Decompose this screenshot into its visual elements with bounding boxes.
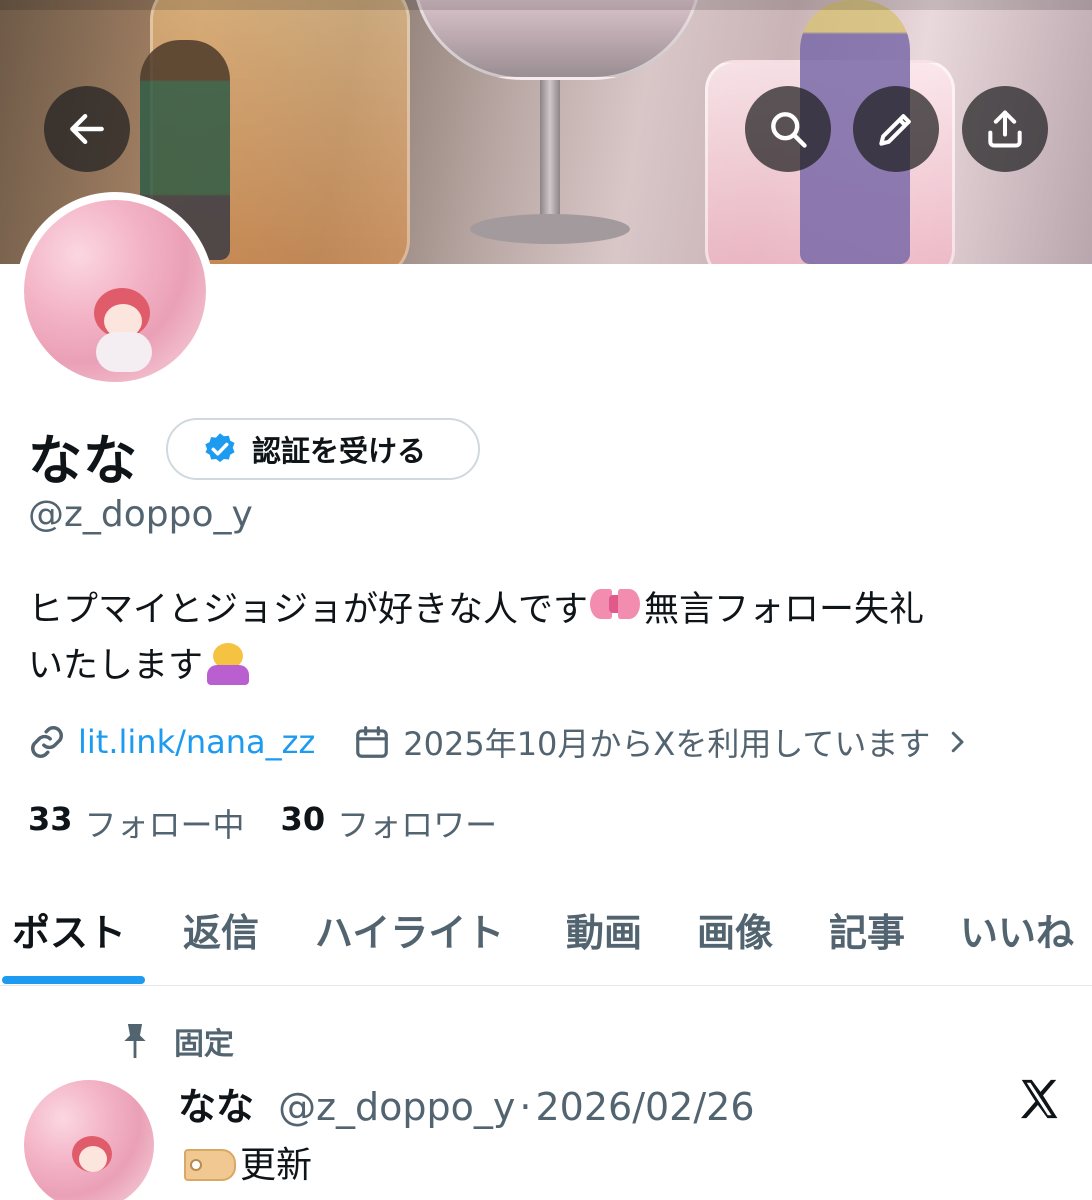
bio-text-1: ヒプマイとジョジョが好きな人です bbox=[28, 590, 589, 630]
profile-bio: ヒプマイとジョジョが好きな人です 無言フォロー失礼 いたします bbox=[28, 582, 1078, 694]
tab-posts[interactable]: ポスト bbox=[12, 902, 126, 957]
avatar-image bbox=[24, 200, 206, 382]
post-date[interactable]: 2026/02/26 bbox=[536, 1085, 755, 1129]
search-button[interactable] bbox=[745, 86, 831, 172]
post-author-handle[interactable]: @z_doppo_y bbox=[278, 1085, 515, 1129]
post-avatar-face bbox=[79, 1146, 107, 1172]
tab-articles[interactable]: 記事 bbox=[829, 902, 905, 957]
post-header: なな @z_doppo_y · 2026/02/26 bbox=[178, 1076, 755, 1131]
get-verified-label: 認証を受ける bbox=[252, 434, 427, 468]
get-verified-button[interactable]: 認証を受ける bbox=[166, 418, 480, 480]
pinned-indicator: 固定 bbox=[118, 1020, 234, 1062]
post-author-name[interactable]: なな bbox=[178, 1085, 254, 1129]
status-bar bbox=[0, 0, 1092, 10]
tab-likes[interactable]: いいね bbox=[960, 902, 1074, 957]
post-separator: · bbox=[519, 1085, 532, 1129]
followers-label[interactable]: フォロワー bbox=[337, 800, 497, 846]
x-logo-icon[interactable] bbox=[1016, 1076, 1062, 1122]
share-icon bbox=[988, 110, 1022, 148]
post-text: 更新 bbox=[240, 1145, 313, 1186]
search-icon bbox=[771, 112, 807, 148]
profile-handle: @z_doppo_y bbox=[28, 494, 253, 535]
post-author-avatar[interactable] bbox=[24, 1080, 154, 1200]
banner-parfait-cup bbox=[412, 0, 702, 80]
pencil-icon bbox=[879, 114, 911, 146]
arrow-left-icon bbox=[70, 113, 104, 145]
chevron-right-icon[interactable] bbox=[942, 727, 972, 757]
following-label[interactable]: フォロー中 bbox=[85, 800, 245, 846]
edit-button[interactable] bbox=[853, 86, 939, 172]
profile-avatar[interactable] bbox=[16, 192, 214, 390]
joined-date: 2025年10月からXを利用しています bbox=[403, 725, 931, 763]
ribbon-emoji-icon bbox=[588, 583, 644, 629]
tab-replies[interactable]: 返信 bbox=[183, 902, 259, 957]
profile-tabs: ポスト 返信 ハイライト 動画 画像 記事 いいね bbox=[0, 880, 1092, 986]
tab-videos[interactable]: 動画 bbox=[566, 902, 642, 957]
person-bowing-emoji-icon bbox=[203, 639, 253, 685]
pin-icon bbox=[124, 1024, 146, 1058]
follow-stats: 33 フォロー中 30 フォロワー bbox=[28, 800, 533, 846]
bio-text-2: 無言フォロー失礼 bbox=[644, 590, 925, 630]
banner-cup-foot bbox=[470, 214, 630, 244]
tab-images[interactable]: 画像 bbox=[697, 902, 773, 957]
tab-highlights[interactable]: ハイライト bbox=[315, 902, 504, 957]
verified-badge-icon bbox=[205, 433, 235, 463]
label-tag-emoji-icon bbox=[178, 1145, 236, 1181]
calendar-icon bbox=[356, 726, 389, 758]
avatar-character-body bbox=[96, 332, 152, 372]
active-tab-indicator bbox=[2, 976, 145, 984]
profile-link[interactable]: lit.link/nana_zz bbox=[78, 723, 315, 761]
link-icon bbox=[31, 726, 63, 758]
following-count[interactable]: 33 bbox=[28, 800, 73, 846]
display-name: なな bbox=[28, 429, 138, 492]
share-button[interactable] bbox=[962, 86, 1048, 172]
profile-meta: lit.link/nana_zz 2025年10月からXを利用しています bbox=[28, 720, 972, 764]
post-body: 更新 bbox=[178, 1136, 312, 1188]
pinned-label: 固定 bbox=[174, 1027, 234, 1062]
back-button[interactable] bbox=[44, 86, 130, 172]
banner-cup-stem bbox=[540, 80, 560, 220]
followers-count[interactable]: 30 bbox=[281, 800, 326, 846]
bio-text-3: いたします bbox=[28, 646, 204, 686]
